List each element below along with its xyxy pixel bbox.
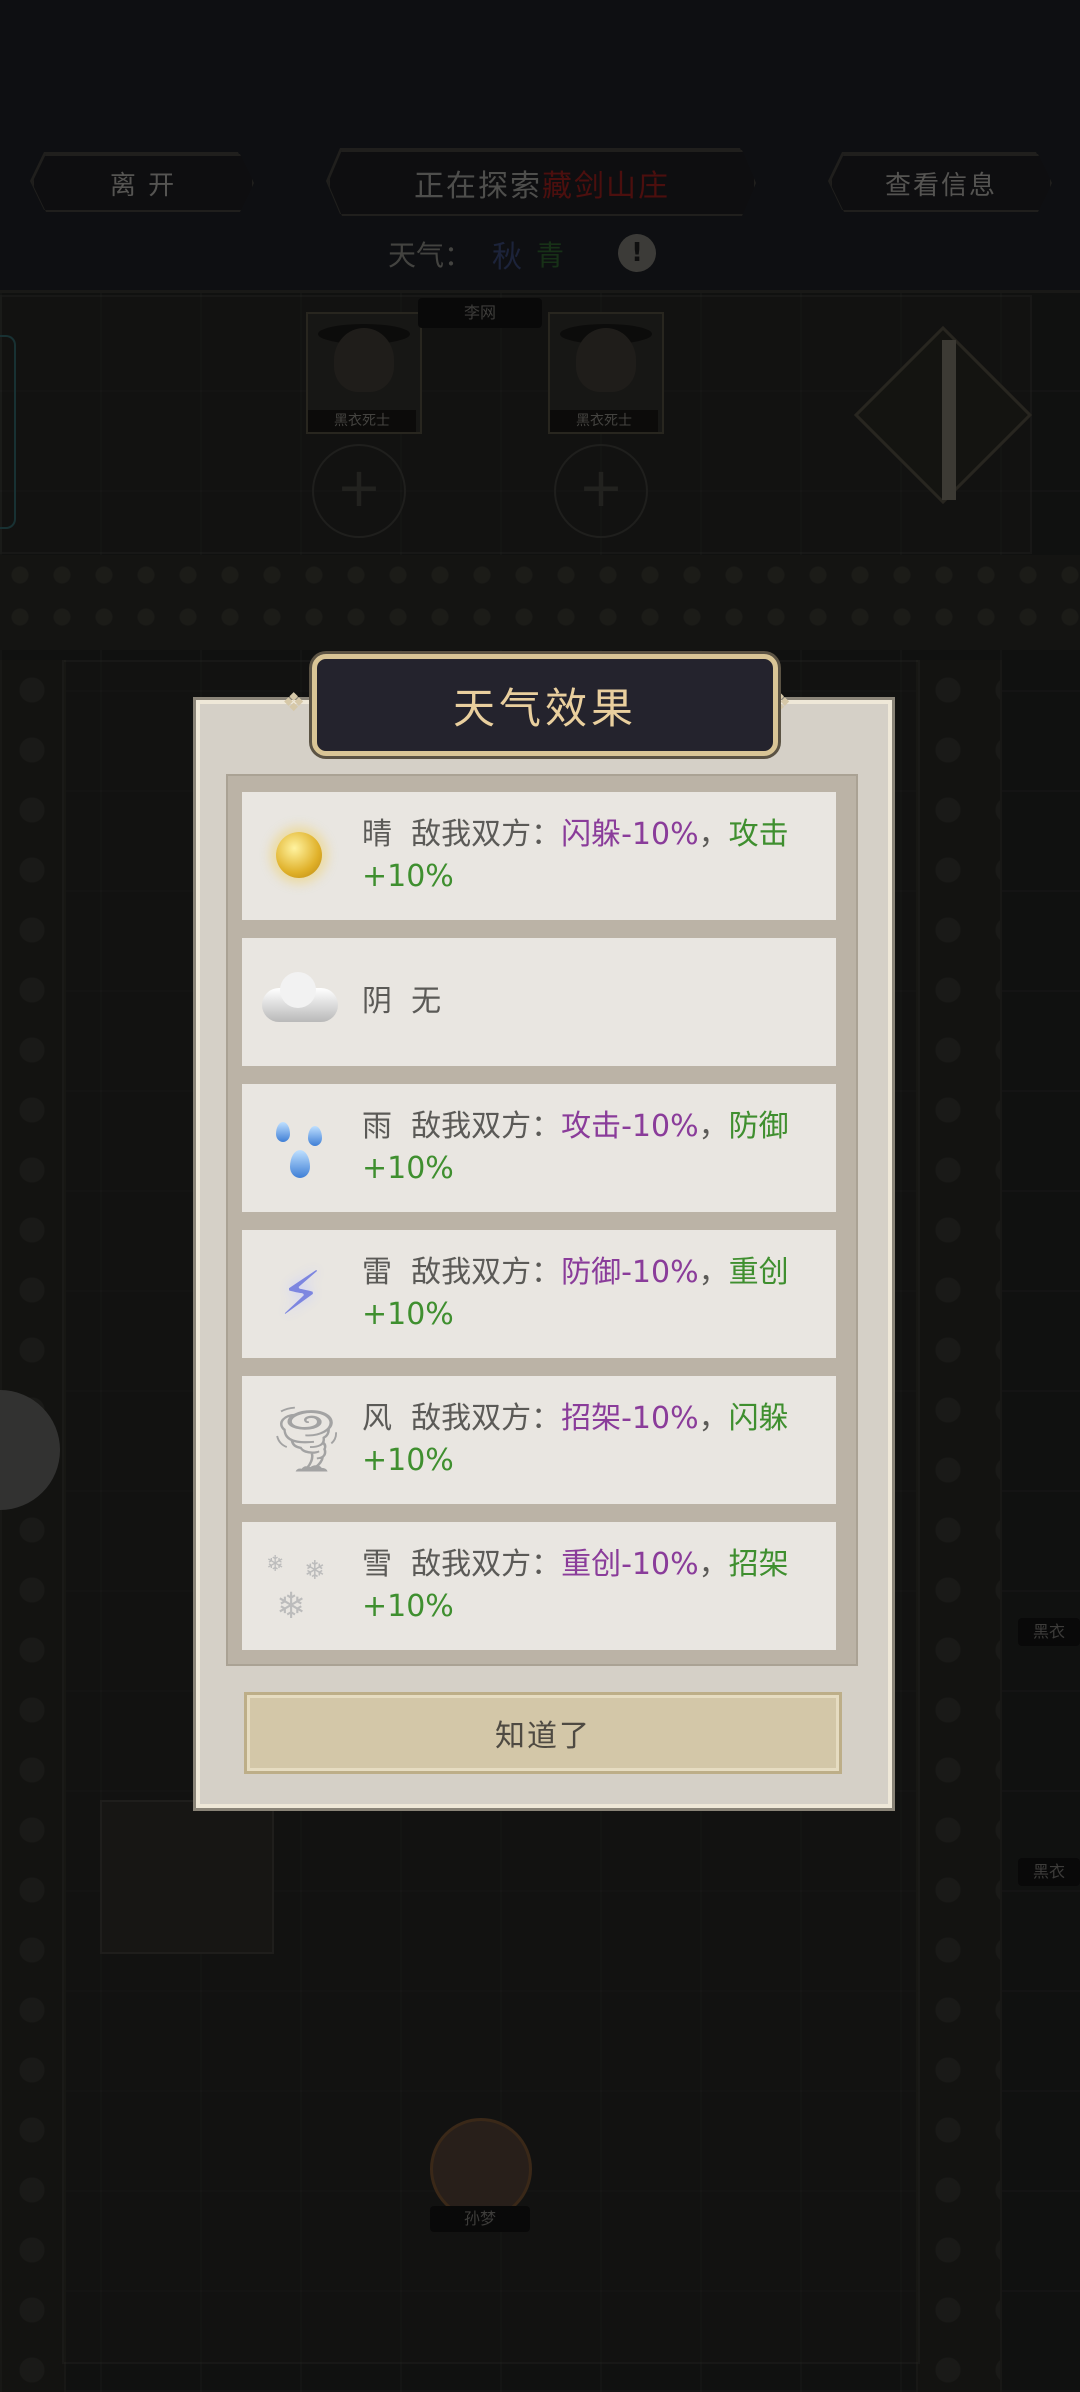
- rain-icon: [242, 1084, 362, 1212]
- weather-row-snow: ❄ ❄ ❄ 雪 敌我双方：重创-10%，招架+10%: [242, 1522, 836, 1650]
- weather-name: 雨: [362, 1109, 392, 1144]
- weather-target: 敌我双方：: [411, 1109, 562, 1144]
- weather-target: 敌我双方：: [411, 1401, 562, 1436]
- cloud-icon: [242, 938, 362, 1066]
- weather-name: 雷: [362, 1255, 392, 1290]
- dialog-title: 天气效果: [452, 683, 637, 733]
- weather-effect-none: 无: [411, 984, 442, 1019]
- weather-target: 敌我双方：: [411, 1547, 562, 1582]
- wind-icon: 🌪: [266, 1403, 348, 1477]
- weather-row-thunder: ⚡ 雷 敌我双方：防御-10%，重创+10%: [242, 1230, 836, 1358]
- weather-name: 风: [362, 1401, 392, 1436]
- weather-target: 敌我双方：: [411, 817, 562, 852]
- weather-row-sunny: 晴 敌我双方：闪躲-10%，攻击+10%: [242, 792, 836, 920]
- weather-debuff: 重创-10%: [561, 1547, 699, 1582]
- weather-name: 晴: [362, 817, 392, 852]
- weather-target: 敌我双方：: [411, 1255, 562, 1290]
- weather-name: 阴: [362, 984, 392, 1019]
- weather-debuff: 招架-10%: [561, 1401, 699, 1436]
- weather-debuff: 闪躲-10%: [561, 817, 699, 852]
- weather-row-rain: 雨 敌我双方：攻击-10%，防御+10%: [242, 1084, 836, 1212]
- dialog-title-bar: 天气效果: [312, 654, 778, 756]
- thunder-icon: ⚡: [279, 1259, 323, 1329]
- sun-icon: [242, 792, 362, 920]
- confirm-button[interactable]: 知道了: [244, 1692, 842, 1774]
- weather-debuff: 防御-10%: [561, 1255, 699, 1290]
- weather-row-wind: 🌪 风 敌我双方：招架-10%，闪躲+10%: [242, 1376, 836, 1504]
- weather-row-overcast: 阴 无: [242, 938, 836, 1066]
- snow-icon: ❄ ❄ ❄: [266, 1552, 326, 1627]
- weather-debuff: 攻击-10%: [561, 1109, 699, 1144]
- weather-name: 雪: [362, 1547, 392, 1582]
